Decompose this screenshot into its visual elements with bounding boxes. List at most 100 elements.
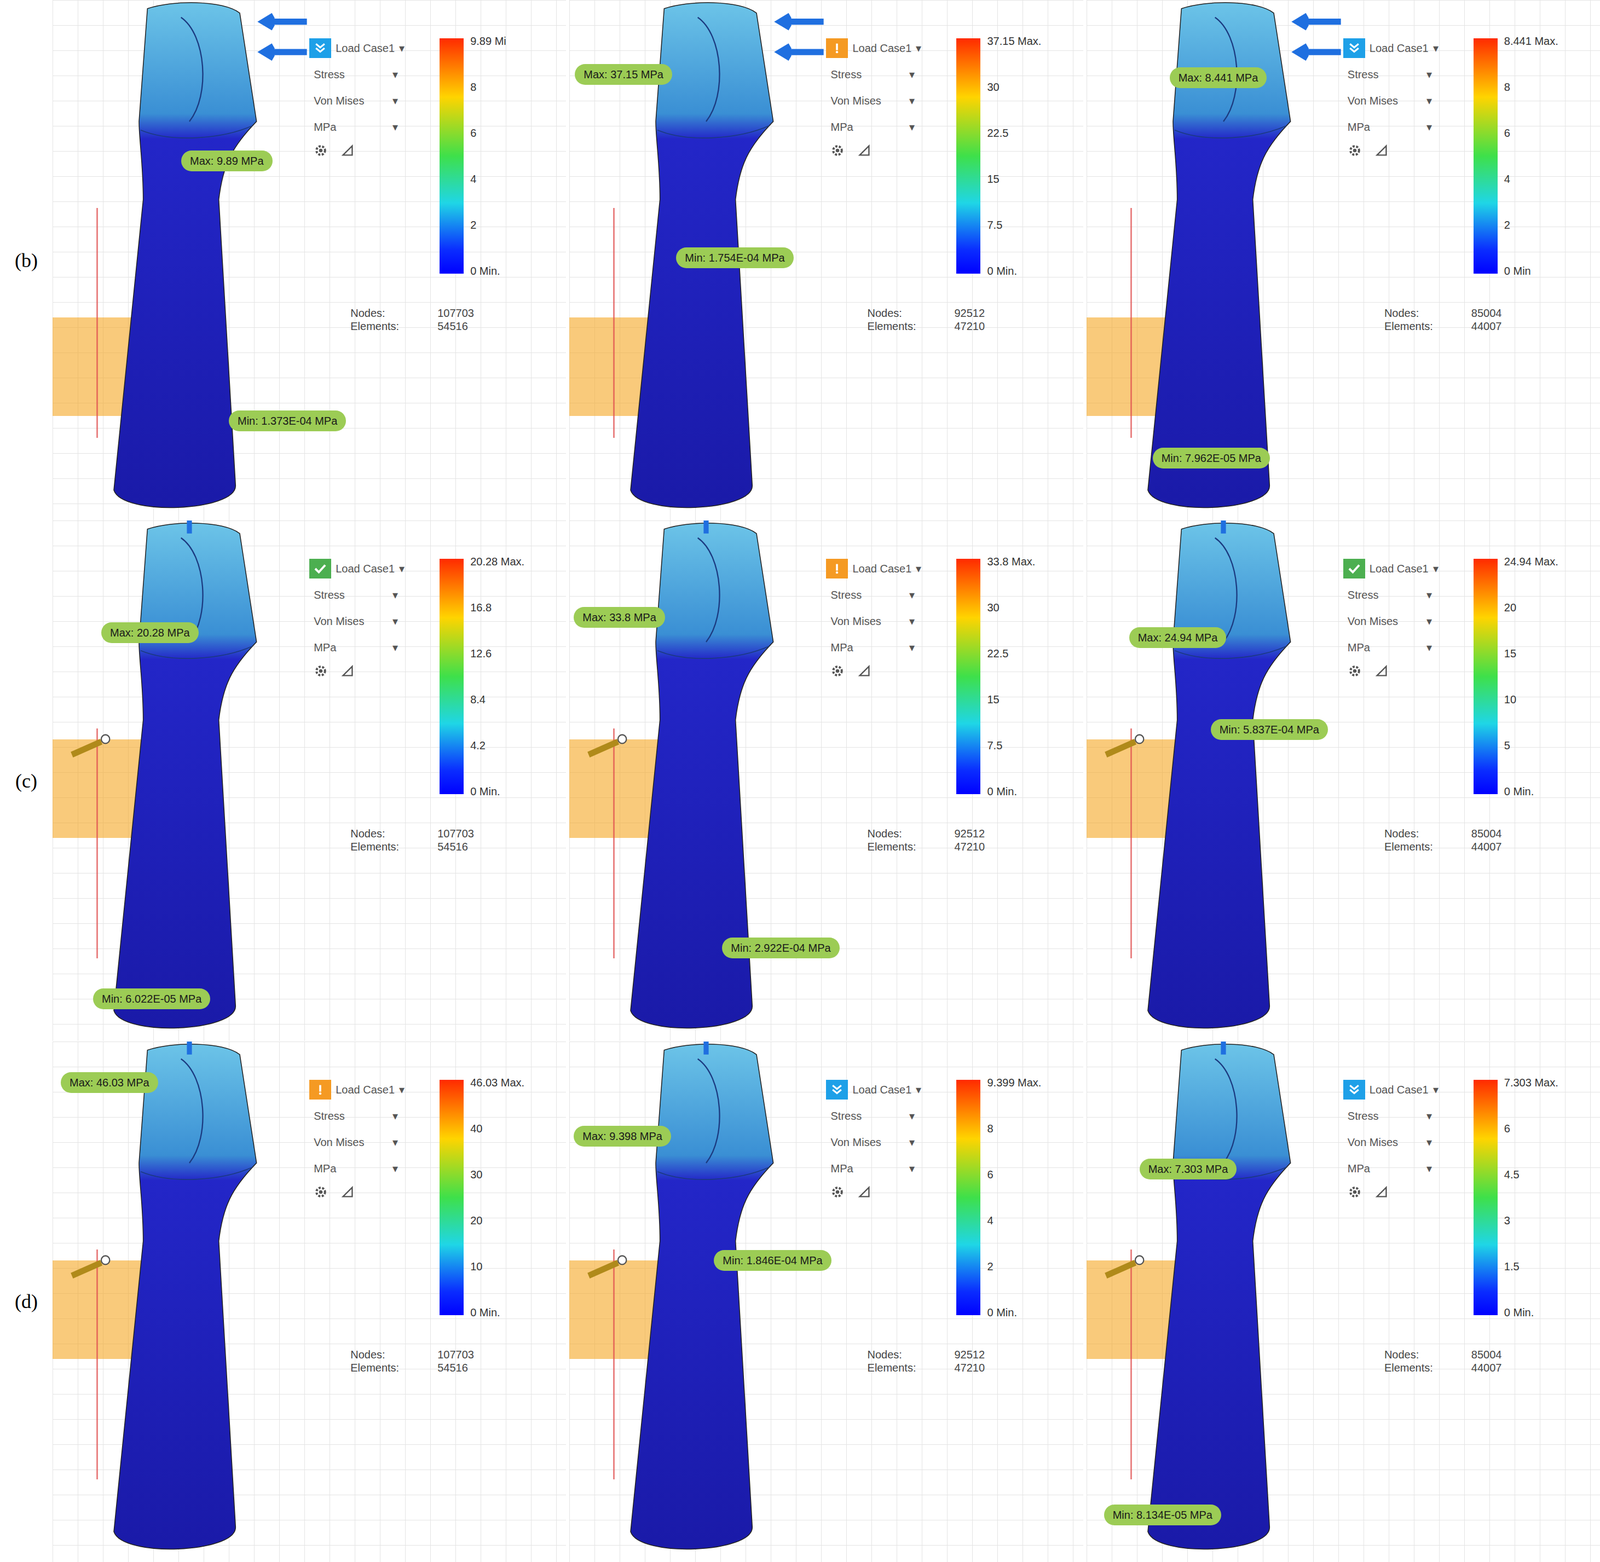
min-label: Min: 1.754E-04 MPa (676, 247, 794, 269)
min-label: Min: 6.022E-05 MPa (93, 988, 211, 1010)
unit-dropdown[interactable]: MPa▾ (826, 637, 920, 658)
criterion-dropdown[interactable]: Von Mises▾ (309, 90, 403, 111)
unit-dropdown[interactable]: MPa▾ (309, 117, 403, 137)
max-label: Max: 7.303 MPa (1139, 1158, 1238, 1180)
triangle-icon[interactable] (341, 664, 355, 678)
triangle-icon[interactable] (341, 1185, 355, 1199)
gear-icon[interactable] (313, 1185, 328, 1200)
gear-icon[interactable] (1347, 663, 1362, 679)
status-badge (1343, 38, 1366, 59)
gear-icon[interactable] (1347, 143, 1362, 158)
axis-line (96, 208, 98, 438)
legend-tick: 4.5 (1504, 1166, 1559, 1183)
load-case-select[interactable]: Load Case1▾ (826, 38, 941, 59)
load-case-select[interactable]: Load Case1▾ (1343, 558, 1459, 579)
triangle-icon[interactable] (857, 143, 871, 158)
status-badge (826, 38, 848, 59)
triangle-icon[interactable] (341, 143, 355, 158)
warning-icon (313, 1083, 327, 1097)
legend-tick: 10 (1504, 691, 1559, 708)
legend-tools (1343, 143, 1459, 158)
criterion-dropdown[interactable]: Von Mises▾ (1343, 611, 1437, 632)
color-legend: 7.303 Max.64.531.50 Min. (1473, 1079, 1559, 1321)
legend-ticks: 9.89 Mi86420 Min. (470, 32, 507, 280)
chevrons-icon (1347, 1082, 1362, 1097)
triangle-icon[interactable] (1375, 664, 1389, 678)
gear-icon[interactable] (1347, 1185, 1362, 1200)
stress-panel: Max: 20.28 MPaMin: 6.022E-05 MPaLoad Cas… (52, 520, 566, 1042)
unit-dropdown[interactable]: MPa▾ (309, 637, 403, 658)
result-dropdown[interactable]: Stress▾ (826, 1106, 920, 1126)
legend-tick: 2 (986, 1258, 1042, 1275)
gear-icon[interactable] (313, 663, 328, 679)
result-dropdown[interactable]: Stress▾ (309, 1106, 403, 1126)
result-dropdown[interactable]: Stress▾ (1343, 64, 1437, 85)
unit-dropdown[interactable]: MPa▾ (1343, 1158, 1437, 1179)
result-dropdown[interactable]: Stress▾ (309, 64, 403, 85)
result-dropdown[interactable]: Stress▾ (826, 64, 920, 85)
legend-min: 0 Min. (470, 1304, 525, 1321)
criterion-dropdown[interactable]: Von Mises▾ (826, 611, 920, 632)
legend-tick: 15 (986, 170, 1042, 188)
triangle-icon[interactable] (1375, 1185, 1389, 1199)
triangle-icon[interactable] (857, 664, 871, 678)
criterion-dropdown[interactable]: Von Mises▾ (309, 611, 403, 632)
gear-icon[interactable] (830, 1185, 845, 1200)
load-case-select[interactable]: Load Case1▾ (309, 38, 425, 59)
max-label: Max: 9.398 MPa (573, 1125, 672, 1147)
unit-dropdown[interactable]: MPa▾ (826, 1158, 920, 1179)
legend-ticks: 9.399 Max.86420 Min. (986, 1074, 1042, 1321)
legend-tick: 20 (470, 1212, 525, 1229)
stress-panel: Max: 33.8 MPaMin: 2.922E-04 MPaLoad Case… (569, 520, 1083, 1042)
stress-panel: Max: 9.398 MPaMin: 1.846E-04 MPaLoad Cas… (569, 1041, 1083, 1562)
load-case-select[interactable]: Load Case1▾ (1343, 38, 1459, 59)
criterion-dropdown[interactable]: Von Mises▾ (1343, 1132, 1437, 1153)
stress-panel: Max: 46.03 MPa Load Case1▾ Stress▾ Von Mise… (52, 1041, 566, 1562)
result-controls: Load Case1▾ Stress▾ Von Mises▾ MPa▾ (1343, 558, 1459, 800)
unit-dropdown[interactable]: MPa▾ (826, 117, 920, 137)
result-dropdown[interactable]: Stress▾ (1343, 585, 1437, 605)
mesh-info: Nodes:92512Elements:47210 (867, 1348, 986, 1375)
fixed-constraint-box (1086, 1260, 1180, 1360)
criterion-dropdown[interactable]: Von Mises▾ (1343, 90, 1437, 111)
brace-model (1097, 1041, 1350, 1562)
fixed-constraint-box (569, 739, 663, 839)
load-case-select[interactable]: Load Case1▾ (309, 558, 425, 579)
result-controls: Load Case1▾ Stress▾ Von Mises▾ MPa▾ (1343, 38, 1459, 280)
legend-max: 9.89 Mi (470, 32, 507, 50)
criterion-dropdown[interactable]: Von Mises▾ (826, 90, 920, 111)
color-bar (439, 1079, 464, 1316)
gear-icon[interactable] (313, 143, 328, 158)
unit-dropdown[interactable]: MPa▾ (1343, 117, 1437, 137)
fixed-constraint-box (1086, 739, 1180, 839)
triangle-icon[interactable] (857, 1185, 871, 1199)
result-dropdown[interactable]: Stress▾ (309, 585, 403, 605)
legend-tick: 3 (1504, 1212, 1559, 1229)
unit-dropdown[interactable]: MPa▾ (309, 1158, 403, 1179)
legend-min: 0 Min. (1504, 783, 1559, 800)
load-case-select[interactable]: Load Case1▾ (1343, 1079, 1459, 1100)
max-label: Max: 46.03 MPa (60, 1072, 159, 1094)
unit-dropdown[interactable]: MPa▾ (1343, 637, 1437, 658)
legend-ticks: 37.15 Max.3022.5157.50 Min. (986, 32, 1042, 280)
legend-max: 24.94 Max. (1504, 553, 1559, 570)
criterion-dropdown[interactable]: Von Mises▾ (826, 1132, 920, 1153)
gear-icon[interactable] (830, 143, 845, 158)
warning-icon (830, 562, 844, 576)
legend-tools (309, 1185, 425, 1200)
status-badge (826, 558, 848, 579)
axis-line (1130, 208, 1132, 438)
max-label: Max: 33.8 MPa (573, 607, 666, 628)
result-dropdown[interactable]: Stress▾ (1343, 1106, 1437, 1126)
gear-icon[interactable] (830, 663, 845, 679)
status-badge (309, 38, 332, 59)
load-case-select[interactable]: Load Case1▾ (309, 1079, 425, 1100)
criterion-dropdown[interactable]: Von Mises▾ (309, 1132, 403, 1153)
result-dropdown[interactable]: Stress▾ (826, 585, 920, 605)
load-case-select[interactable]: Load Case1▾ (826, 1079, 941, 1100)
load-case-select[interactable]: Load Case1▾ (826, 558, 941, 579)
brace-model (580, 1041, 833, 1562)
triangle-icon[interactable] (1375, 143, 1389, 158)
legend-max: 37.15 Max. (986, 32, 1042, 50)
check-icon (313, 561, 328, 576)
